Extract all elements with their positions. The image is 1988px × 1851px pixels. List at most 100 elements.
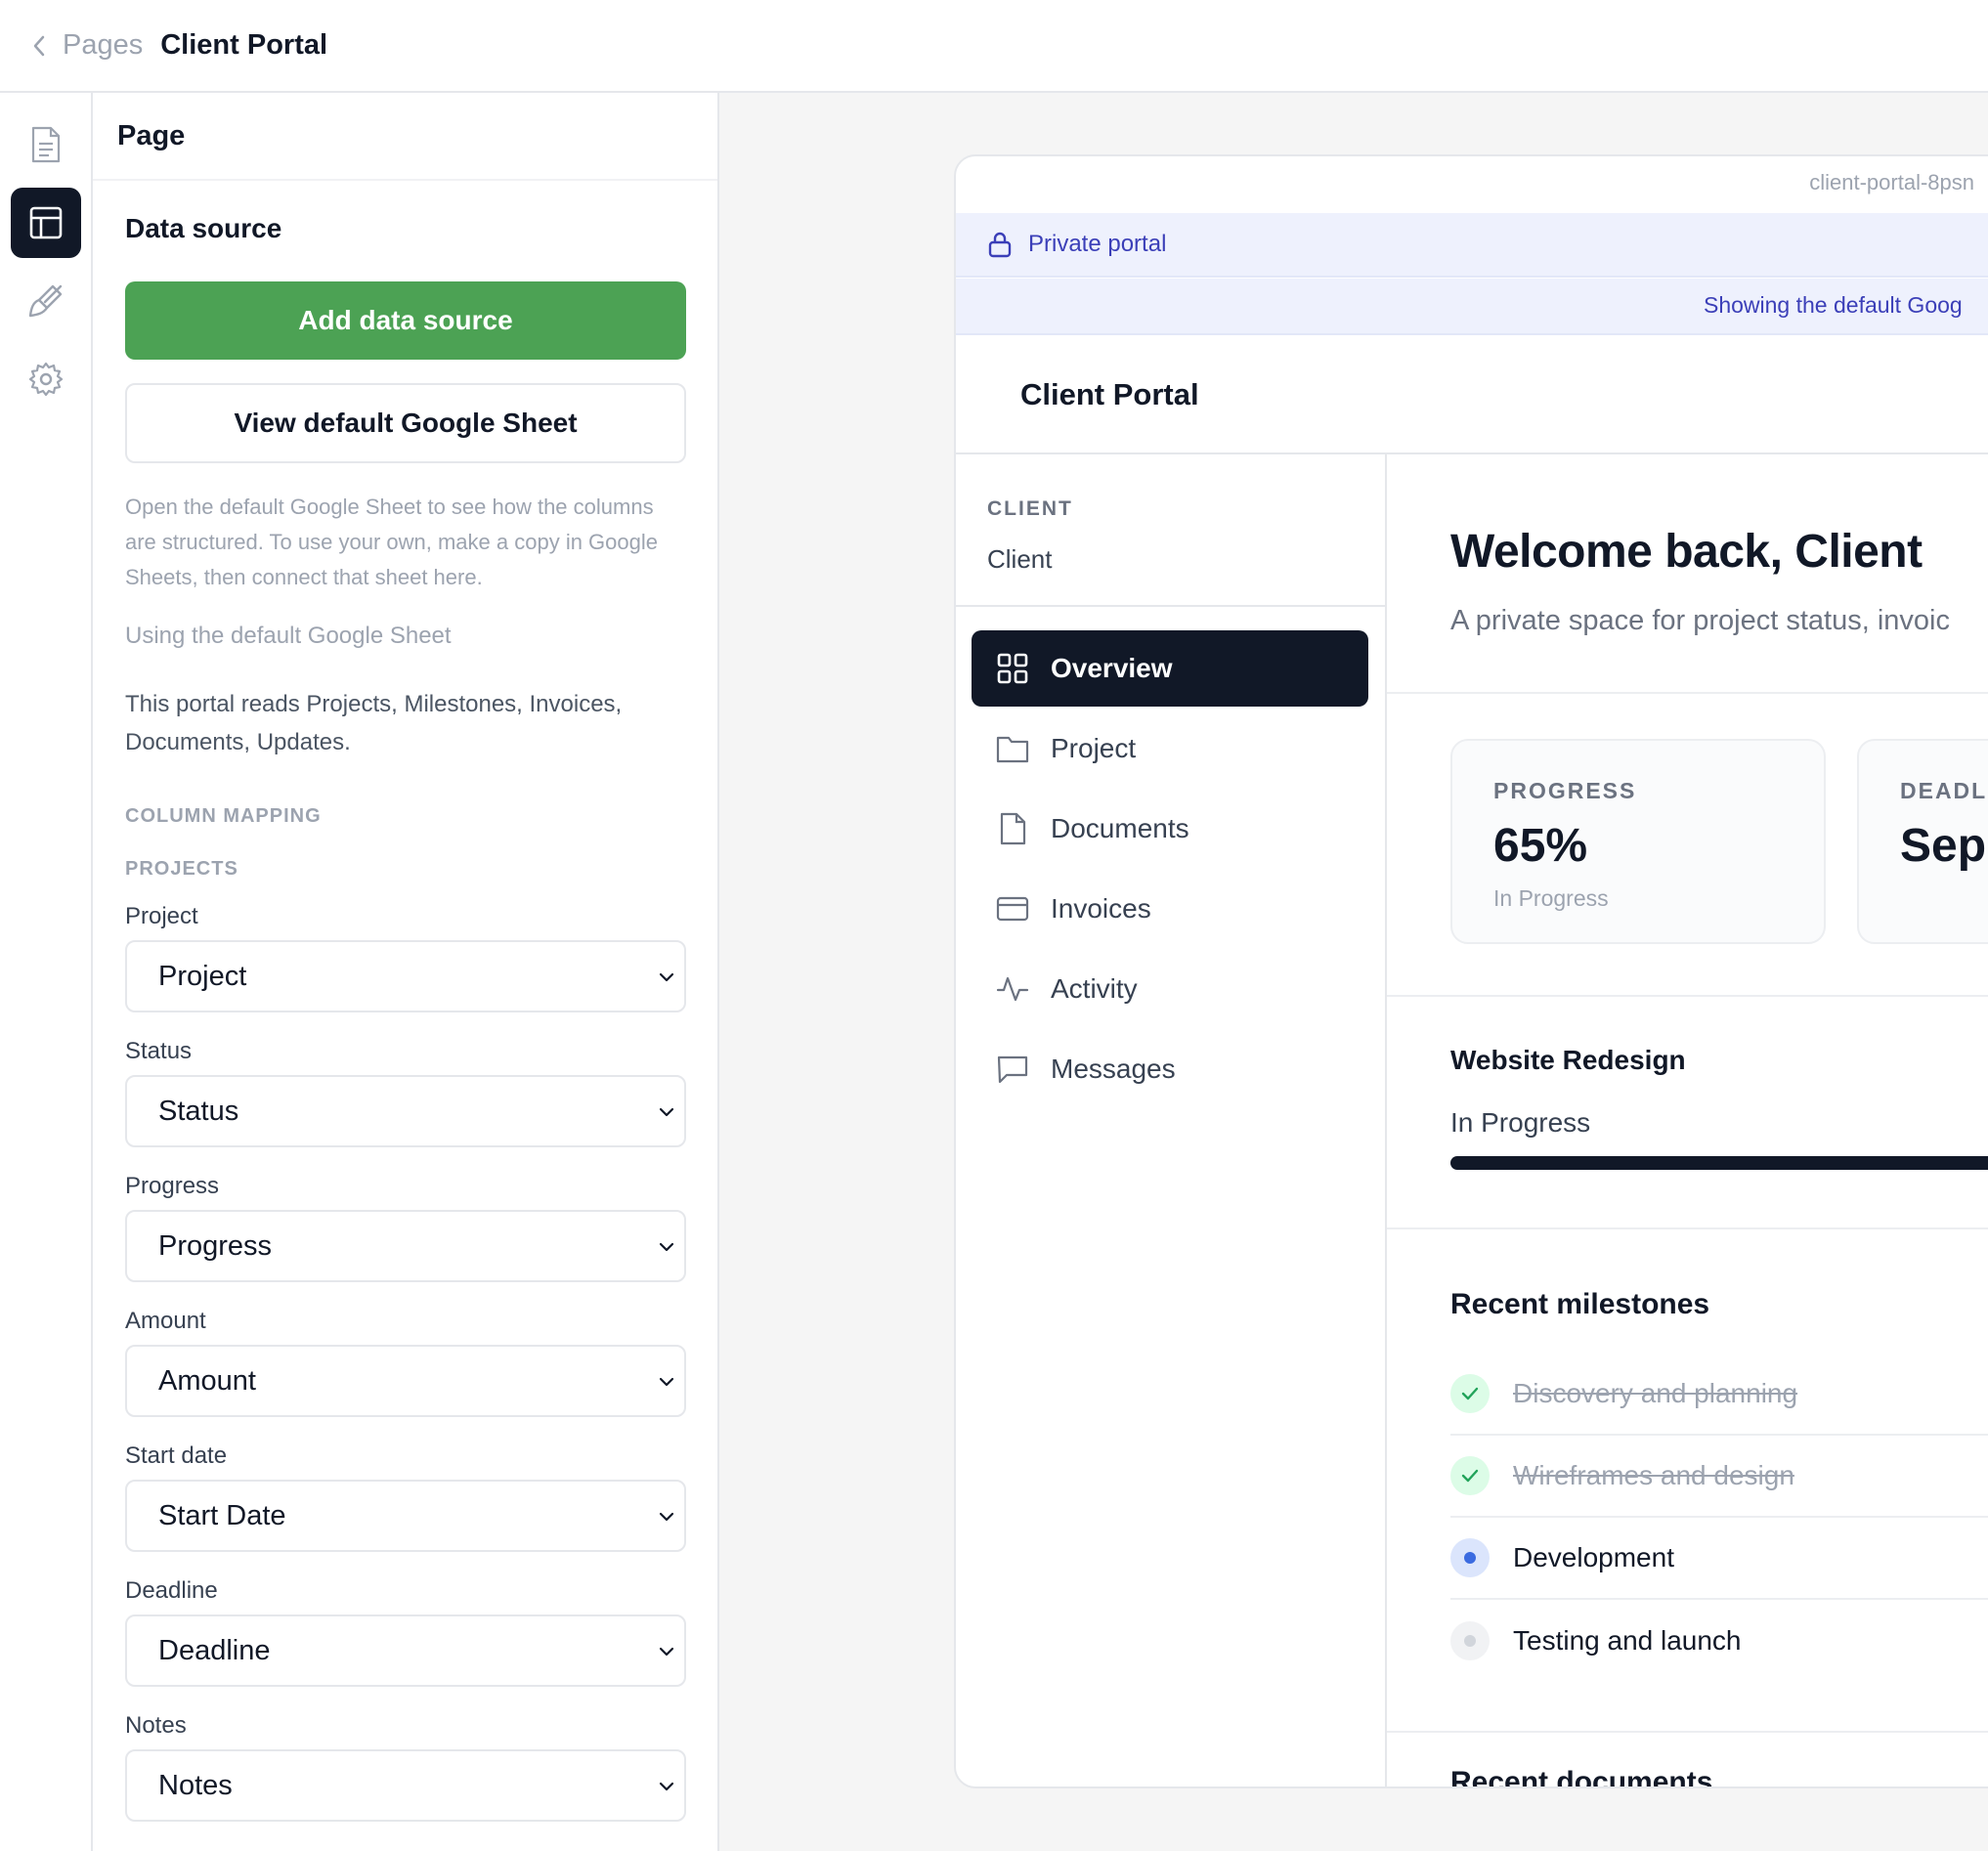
nav-overview[interactable]: Overview	[972, 630, 1368, 707]
field-label-progress: Progress	[125, 1173, 220, 1199]
stat-card-progress: PROGRESS 65% In Progress	[1450, 739, 1826, 944]
progress-bar	[1450, 1156, 1988, 1170]
divider	[1387, 1731, 1988, 1733]
select-value: Status	[158, 1095, 239, 1127]
private-portal-label: Private portal	[1028, 231, 1167, 257]
field-label-status: Status	[125, 1038, 193, 1064]
field-label-project: Project	[125, 903, 198, 929]
stat-caption: DEADLI	[1900, 778, 1988, 803]
view-default-sheet-button[interactable]: View default Google Sheet	[125, 383, 686, 463]
lock-icon	[988, 232, 1012, 258]
select-amount[interactable]: Amount	[125, 1345, 686, 1417]
chevron-down-icon	[659, 1647, 674, 1657]
stat-card-deadline: DEADLI Sep	[1857, 739, 1988, 944]
stat-note: In Progress	[1493, 885, 1609, 911]
nav-project[interactable]: Project	[972, 710, 1368, 787]
chevron-down-icon	[659, 1242, 674, 1252]
select-value: Start Date	[158, 1499, 286, 1531]
milestone-item: Discovery and planning	[1450, 1354, 1988, 1436]
nav-label: Activity	[1051, 973, 1138, 1004]
portal-slug: client-portal-8psn	[1809, 170, 1974, 194]
milestones-title: Recent milestones	[1450, 1288, 1710, 1320]
activity-icon	[996, 972, 1029, 1006]
milestone-label: Development	[1513, 1542, 1674, 1572]
current-dot-icon	[1450, 1538, 1490, 1577]
check-icon	[1450, 1374, 1490, 1413]
settings-panel: Page Data source Add data source View de…	[93, 93, 719, 1851]
nav-label: Documents	[1051, 813, 1189, 843]
milestone-item: Testing and launch	[1450, 1600, 1988, 1682]
project-status: In Progress	[1450, 1107, 1591, 1138]
gear-icon[interactable]	[11, 344, 81, 414]
divider	[956, 605, 1387, 607]
chevron-left-icon[interactable]	[29, 35, 49, 56]
select-deadline[interactable]: Deadline	[125, 1614, 686, 1687]
nav-activity[interactable]: Activity	[972, 951, 1368, 1027]
grid-icon	[996, 652, 1029, 685]
select-start-date[interactable]: Start Date	[125, 1480, 686, 1552]
project-title: Website Redesign	[1450, 1045, 1686, 1075]
add-data-source-button[interactable]: Add data source	[125, 281, 686, 360]
chevron-down-icon	[659, 1782, 674, 1791]
section-title: Data source	[125, 213, 282, 243]
document-icon	[996, 812, 1029, 845]
chevron-down-icon	[659, 972, 674, 982]
field-label-notes: Notes	[125, 1712, 187, 1739]
nav-invoices[interactable]: Invoices	[972, 871, 1368, 947]
select-project[interactable]: Project	[125, 940, 686, 1012]
select-status[interactable]: Status	[125, 1075, 686, 1147]
welcome-heading: Welcome back, Client	[1450, 526, 1923, 578]
portal-preview: client-portal-8psn Private portal Showin…	[954, 154, 1988, 1788]
card-icon	[996, 892, 1029, 926]
portal-header-title: Client Portal	[956, 337, 1988, 454]
layout-icon[interactable]	[11, 188, 81, 258]
divider	[1387, 692, 1988, 694]
breadcrumb-pages[interactable]: Pages	[63, 29, 143, 62]
field-label-amount: Amount	[125, 1308, 206, 1334]
client-name: Client	[987, 544, 1053, 574]
stat-value: 65%	[1493, 820, 1588, 872]
default-sheet-banner: Showing the default Goog	[956, 279, 1988, 335]
milestone-label: Wireframes and design	[1513, 1460, 1794, 1490]
documents-title: Recent documents	[1450, 1766, 1713, 1788]
nav-label: Messages	[1051, 1054, 1176, 1084]
reads-text: This portal reads Projects, Milestones, …	[125, 691, 623, 755]
client-caption: CLIENT	[987, 497, 1073, 520]
nav-label: Overview	[1051, 653, 1173, 683]
private-portal-banner: Private portal	[956, 213, 1988, 278]
panel-title: Page	[93, 93, 717, 181]
select-value: Deadline	[158, 1634, 271, 1666]
select-notes[interactable]: Notes	[125, 1749, 686, 1822]
select-value: Project	[158, 960, 247, 992]
folder-icon	[996, 732, 1029, 765]
field-label-start-date: Start date	[125, 1442, 228, 1469]
page-icon[interactable]	[11, 109, 81, 180]
chevron-down-icon	[659, 1377, 674, 1387]
milestone-item: Development	[1450, 1518, 1988, 1600]
portal-main: Welcome back, Client A private space for…	[1387, 454, 1988, 1788]
select-value: Notes	[158, 1769, 233, 1801]
milestone-item: Wireframes and design	[1450, 1436, 1988, 1518]
chevron-down-icon	[659, 1512, 674, 1522]
page-title: Client Portal	[160, 29, 328, 61]
stat-value: Sep	[1900, 820, 1987, 872]
divider	[1387, 1227, 1988, 1229]
icon-rail	[0, 93, 93, 1851]
using-default-text: Using the default Google Sheet	[125, 623, 452, 649]
brush-icon[interactable]	[11, 266, 81, 336]
check-icon	[1450, 1456, 1490, 1495]
message-icon	[996, 1053, 1029, 1086]
nav-documents[interactable]: Documents	[972, 791, 1368, 867]
welcome-subtitle: A private space for project status, invo…	[1450, 605, 1950, 636]
select-progress[interactable]: Progress	[125, 1210, 686, 1282]
milestone-label: Discovery and planning	[1513, 1378, 1798, 1408]
default-sheet-text: Showing the default Goog	[1704, 292, 1963, 318]
stat-caption: PROGRESS	[1493, 778, 1637, 803]
pending-dot-icon	[1450, 1621, 1490, 1660]
nav-messages[interactable]: Messages	[972, 1031, 1368, 1107]
projects-heading: PROJECTS	[125, 858, 238, 880]
column-mapping-heading: COLUMN MAPPING	[125, 805, 322, 827]
top-bar: Pages Client Portal	[0, 0, 1988, 93]
milestone-label: Testing and launch	[1513, 1625, 1742, 1656]
select-value: Amount	[158, 1364, 256, 1397]
